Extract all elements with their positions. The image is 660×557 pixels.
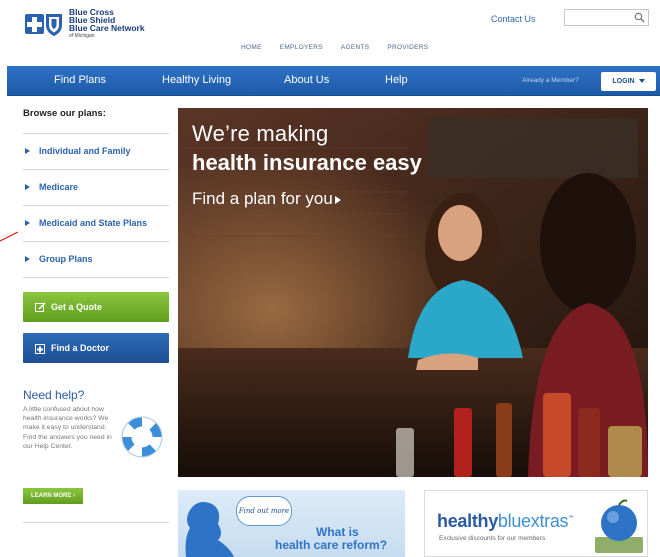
find-a-doctor-label: Find a Doctor	[51, 343, 109, 353]
main-nav-help[interactable]: Help	[385, 74, 408, 86]
bcbs-logo[interactable]: Blue Cross Blue Shield Blue Care Network…	[25, 8, 145, 40]
help-text: A little confused about how health insur…	[23, 406, 112, 450]
plans-sidebar: Browse our plans: Individual and Family …	[23, 108, 169, 278]
hero-banner[interactable]: We’re making health insurance easy Find …	[178, 108, 648, 477]
plan-item-label: Group Plans	[39, 254, 93, 264]
search-box[interactable]	[564, 9, 649, 28]
plan-list: Individual and Family Medicare Medicaid …	[23, 133, 169, 278]
edit-icon	[35, 302, 46, 312]
triangle-right-icon	[25, 148, 30, 154]
login-button[interactable]: LOGIN	[601, 72, 656, 91]
hero-headline-line1: We’re making	[192, 121, 329, 146]
plan-item-medicare[interactable]: Medicare	[23, 169, 169, 205]
trademark: ℠	[568, 516, 575, 522]
triangle-right-icon	[25, 220, 30, 226]
search-icon[interactable]	[634, 12, 645, 23]
browse-plans-title: Browse our plans:	[23, 108, 106, 119]
member-prompt: Already a Member?	[522, 77, 579, 84]
need-help-title: Need help?	[23, 388, 85, 402]
brand-part2: bluextras	[497, 511, 569, 531]
top-nav-home[interactable]: HOME	[241, 44, 262, 51]
top-nav: HOME EMPLOYERS AGENTS PROVIDERS	[241, 44, 428, 51]
plan-item-medicaid-state[interactable]: Medicaid and State Plans	[23, 205, 169, 241]
main-nav-about-us[interactable]: About Us	[284, 74, 329, 86]
plan-item-label: Individual and Family	[39, 146, 131, 156]
top-nav-employers[interactable]: EMPLOYERS	[280, 44, 323, 51]
healthy-bluextras-logo: healthybluextras℠	[437, 511, 574, 532]
main-nav-bar: Find Plans Healthy Living About Us Help …	[7, 66, 660, 96]
person-silhouette-icon	[185, 502, 234, 557]
plan-item-label: Medicaid and State Plans	[39, 218, 148, 228]
brand-part1: healthy	[437, 511, 498, 531]
get-a-quote-label: Get a Quote	[51, 302, 103, 312]
red-annotation-line	[0, 231, 18, 242]
logo-small: of Michigan	[69, 33, 95, 39]
apple-icon	[595, 499, 643, 553]
healthy-bluextras-promo[interactable]: healthybluextras℠ Exclusive discounts fo…	[424, 490, 648, 557]
extras-subtitle: Exclusive discounts for our members	[439, 535, 546, 542]
hero-cta-label: Find a plan for you	[192, 189, 333, 208]
hero-headline-line2: health insurance easy	[192, 150, 422, 175]
arrow-right-icon	[334, 195, 341, 204]
search-input[interactable]	[565, 13, 631, 28]
get-a-quote-button[interactable]: Get a Quote	[23, 292, 169, 322]
triangle-right-icon	[25, 184, 30, 190]
life-buoy-icon	[121, 416, 163, 458]
top-nav-agents[interactable]: AGENTS	[341, 44, 370, 51]
find-out-more-bubble: Find out more	[236, 496, 292, 526]
site-header: Blue Cross Blue Shield Blue Care Network…	[0, 0, 660, 66]
triangle-right-icon	[25, 256, 30, 262]
logo-text: Blue Cross Blue Shield Blue Care Network…	[69, 8, 145, 40]
logo-line-3: Blue Care Network	[69, 23, 145, 33]
top-nav-providers[interactable]: PROVIDERS	[387, 44, 428, 51]
hero-cta[interactable]: Find a plan for you	[192, 189, 341, 209]
plan-item-individual-family[interactable]: Individual and Family	[23, 133, 169, 169]
health-care-reform-promo[interactable]: Find out more What is health care reform…	[178, 490, 405, 557]
main-nav-healthy-living[interactable]: Healthy Living	[162, 74, 231, 86]
chevron-down-icon	[638, 79, 645, 84]
doctor-bag-icon	[35, 344, 45, 354]
main-nav-find-plans[interactable]: Find Plans	[54, 74, 106, 86]
contact-us-link[interactable]: Contact Us	[491, 14, 536, 24]
login-label: LOGIN	[612, 78, 635, 85]
reform-title-line1: What is	[316, 525, 359, 539]
sidebar-divider	[23, 522, 169, 523]
reform-title-line2: health care reform?	[275, 538, 388, 552]
find-a-doctor-button[interactable]: Find a Doctor	[23, 333, 169, 363]
cross-shield-logo-icon	[25, 14, 62, 36]
learn-more-button[interactable]: LEARN MORE ›	[23, 488, 83, 504]
plan-item-label: Medicare	[39, 182, 79, 192]
plan-item-group-plans[interactable]: Group Plans	[23, 241, 169, 277]
